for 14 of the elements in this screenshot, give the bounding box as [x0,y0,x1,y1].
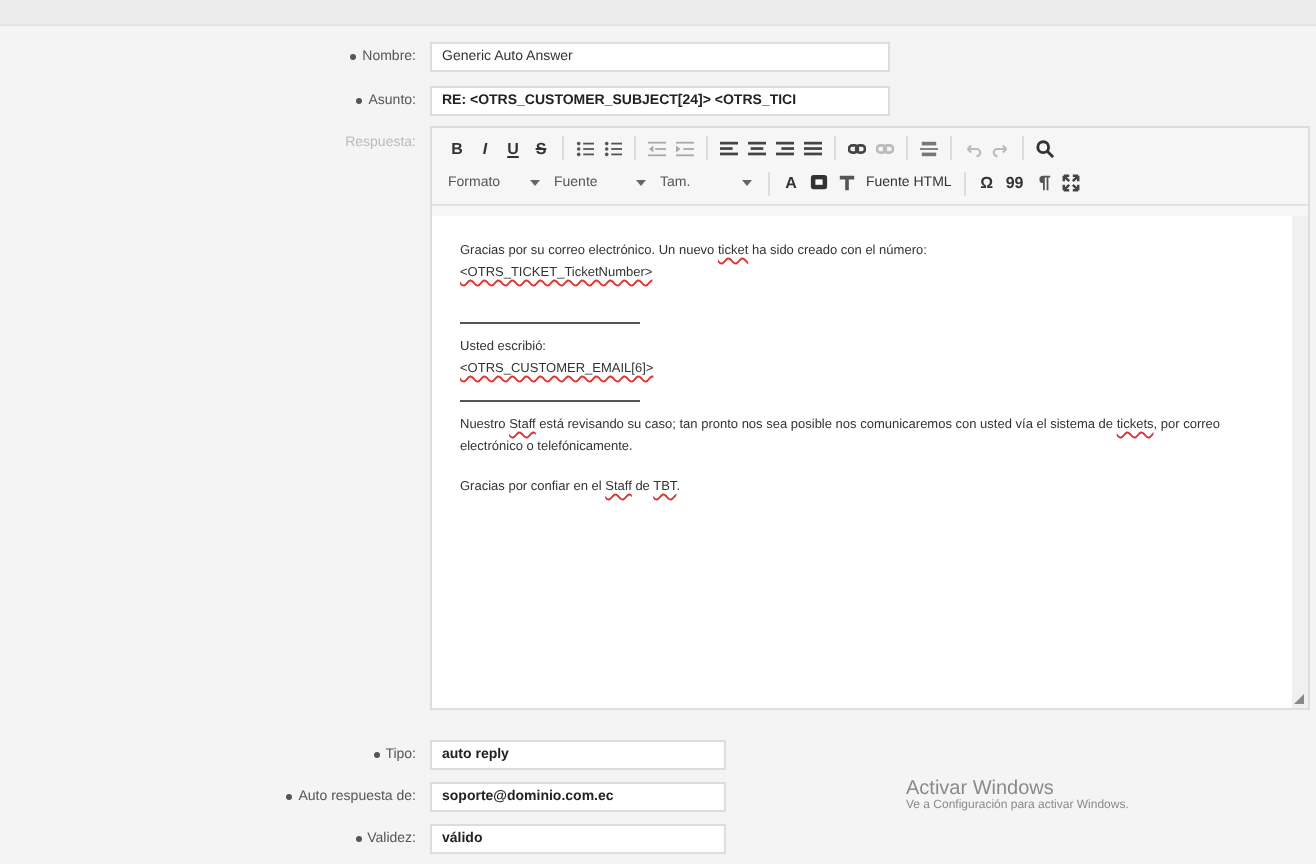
format-button[interactable]: S [528,134,554,162]
expand-arrows-icon[interactable] [1057,169,1084,197]
search-icon[interactable] [1032,134,1058,162]
caret-icon [530,180,540,186]
format-button[interactable]: Ω [973,169,1000,197]
format-button[interactable]: 99 [1001,169,1028,197]
caret-icon [636,180,646,186]
format-button[interactable]: I [472,134,498,162]
caret-icon [742,180,752,186]
format-button[interactable]: B [444,134,470,162]
text-color-button[interactable]: A [778,169,804,197]
activation-notice-title: Activar Windows [906,778,1054,800]
format-button[interactable]: U [500,134,526,162]
resize-handle-icon[interactable] [1294,694,1304,704]
